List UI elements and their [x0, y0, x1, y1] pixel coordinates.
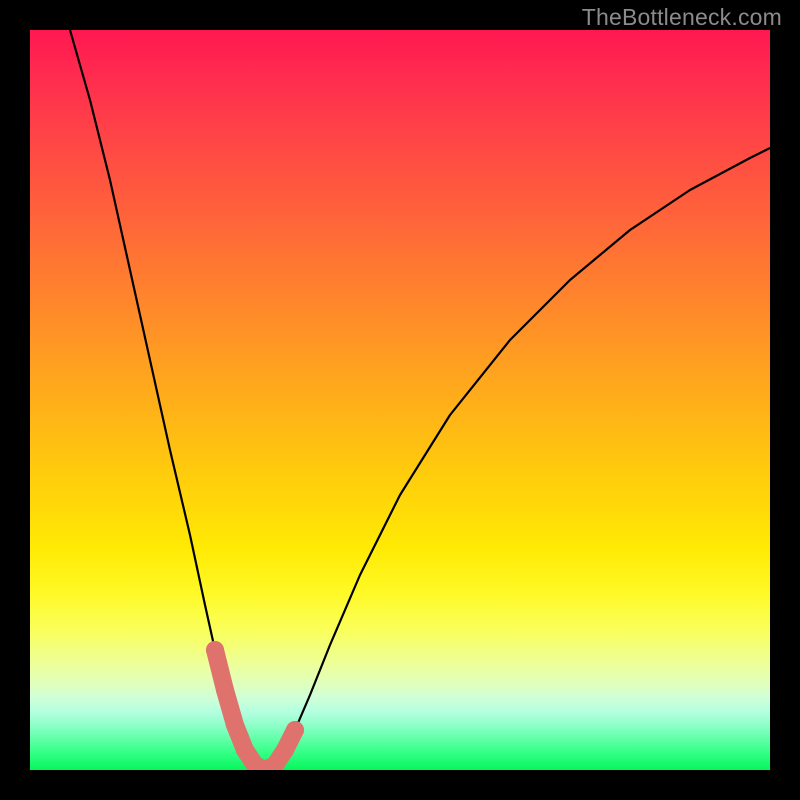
bottleneck-curve: [70, 30, 770, 770]
curve-layer: [30, 30, 770, 770]
chart-frame: TheBottleneck.com: [0, 0, 800, 800]
watermark-text: TheBottleneck.com: [582, 4, 782, 31]
plot-area: [30, 30, 770, 770]
